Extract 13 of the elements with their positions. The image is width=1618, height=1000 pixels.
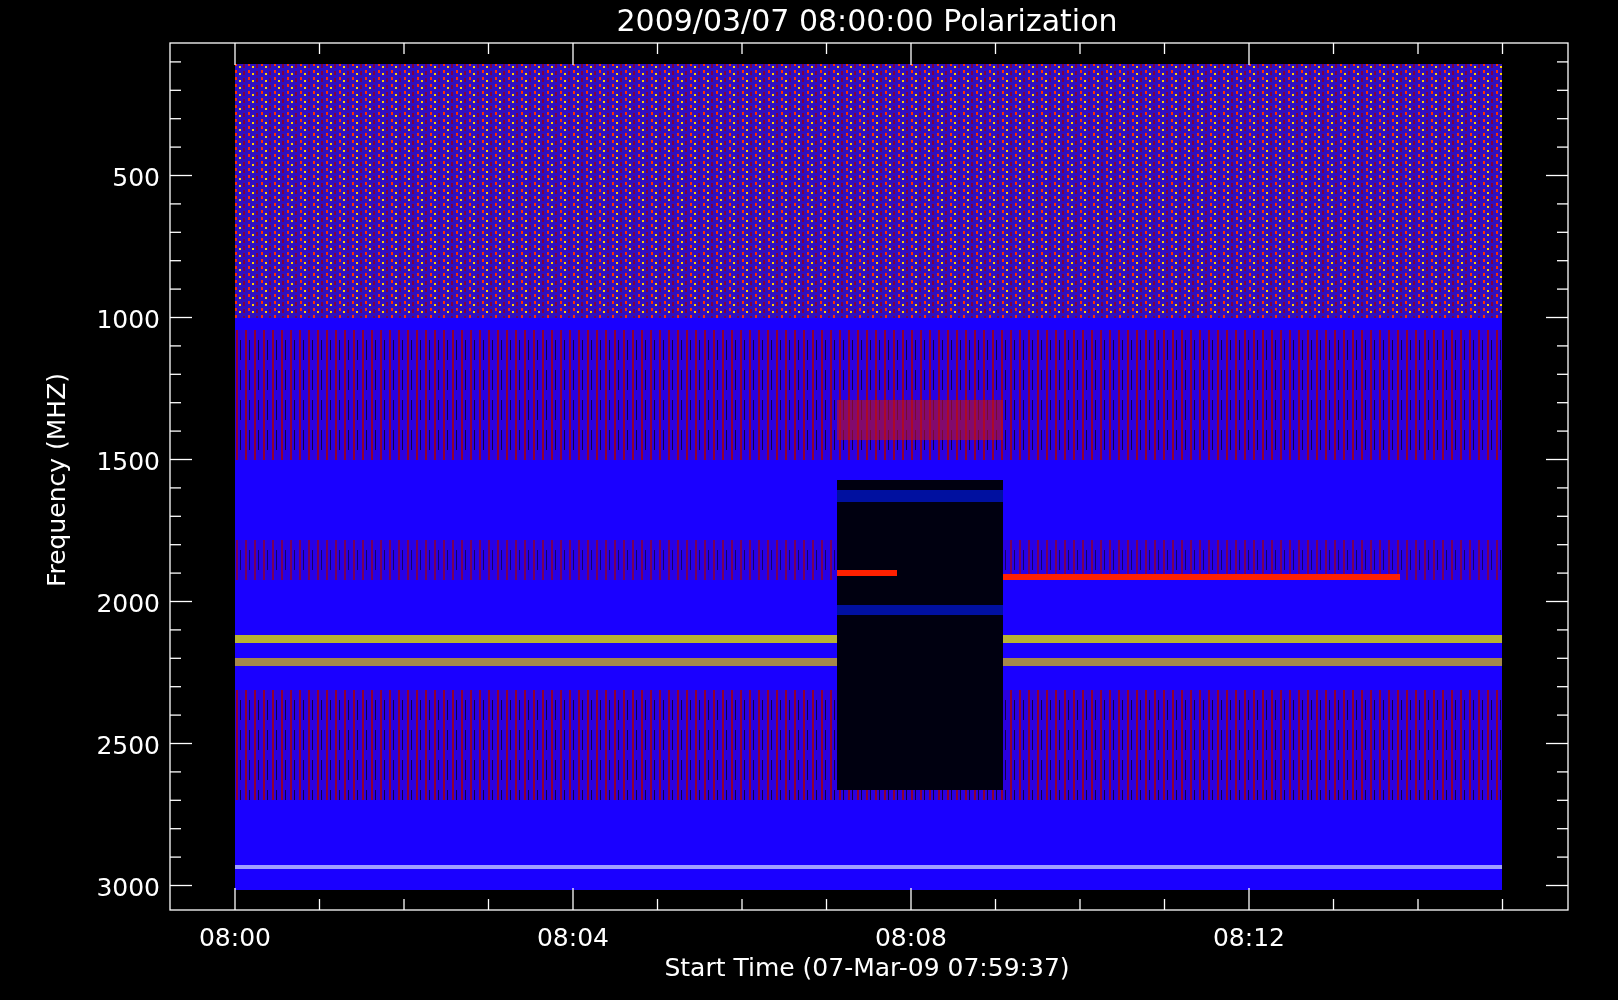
axis-tick-label: 08:00 bbox=[199, 923, 271, 952]
axis-tick-label: 3000 bbox=[96, 872, 160, 902]
chart-title: 2009/03/07 08:00:00 Polarization bbox=[616, 3, 1118, 38]
axis-tick-label: 08:12 bbox=[1213, 923, 1285, 952]
axis-tick-label: 08:04 bbox=[537, 923, 609, 952]
axis-tick-label: 500 bbox=[112, 162, 160, 192]
axis-label: Start Time (07-Mar-09 07:59:37) bbox=[664, 953, 1070, 982]
axis-tick-label: 08:08 bbox=[875, 923, 947, 952]
axis-label: Frequency (MHZ) bbox=[42, 372, 71, 588]
axis-tick-label: 2500 bbox=[96, 730, 160, 760]
axis-tick-label: 1000 bbox=[96, 304, 160, 334]
axis-tick-label: 1500 bbox=[96, 446, 160, 476]
axis-tick-label: 2000 bbox=[96, 588, 160, 618]
